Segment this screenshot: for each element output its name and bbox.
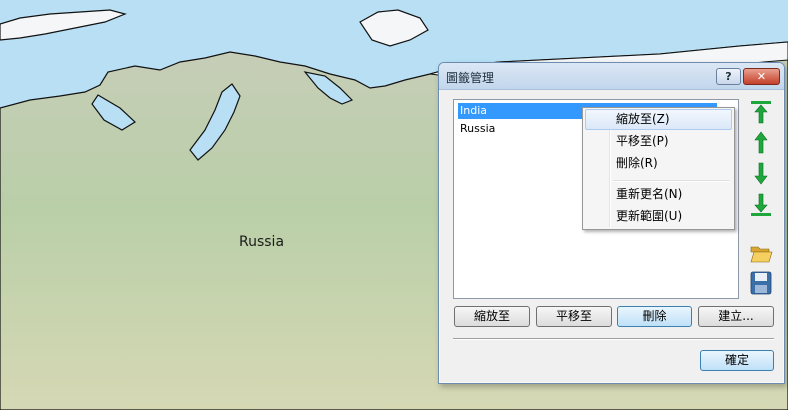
folder-open-icon[interactable] [749, 240, 773, 266]
dialog-title: 圖籤管理 [446, 71, 495, 85]
menu-item-zoom-to[interactable]: 縮放至(Z) [585, 109, 732, 130]
menu-item-delete[interactable]: 刪除(R) [585, 153, 732, 174]
delete-button[interactable]: 刪除 [617, 306, 692, 327]
menu-item-update-extent[interactable]: 更新範圍(U) [585, 206, 732, 227]
menu-separator [613, 180, 730, 182]
move-up-icon[interactable] [749, 129, 773, 155]
divider [453, 338, 774, 340]
move-down-icon[interactable] [749, 161, 773, 187]
move-bottom-icon[interactable] [749, 192, 773, 218]
dialog-titlebar[interactable]: 圖籤管理 ? ✕ [439, 63, 784, 90]
country-label: Russia [239, 234, 284, 250]
menu-item-pan-to[interactable]: 平移至(P) [585, 131, 732, 152]
ok-button[interactable]: 確定 [700, 350, 774, 371]
create-button[interactable]: 建立... [698, 306, 774, 327]
save-icon[interactable] [749, 270, 773, 296]
pan-to-button[interactable]: 平移至 [536, 306, 612, 327]
zoom-to-button[interactable]: 縮放至 [454, 306, 530, 327]
list-item[interactable]: Russia [458, 121, 497, 137]
move-top-icon[interactable] [749, 99, 773, 125]
context-menu: 縮放至(Z) 平移至(P) 刪除(R) 重新更名(N) 更新範圍(U) [582, 107, 735, 230]
help-button[interactable]: ? [716, 68, 741, 85]
menu-item-rename[interactable]: 重新更名(N) [585, 184, 732, 205]
close-button[interactable]: ✕ [743, 68, 780, 85]
